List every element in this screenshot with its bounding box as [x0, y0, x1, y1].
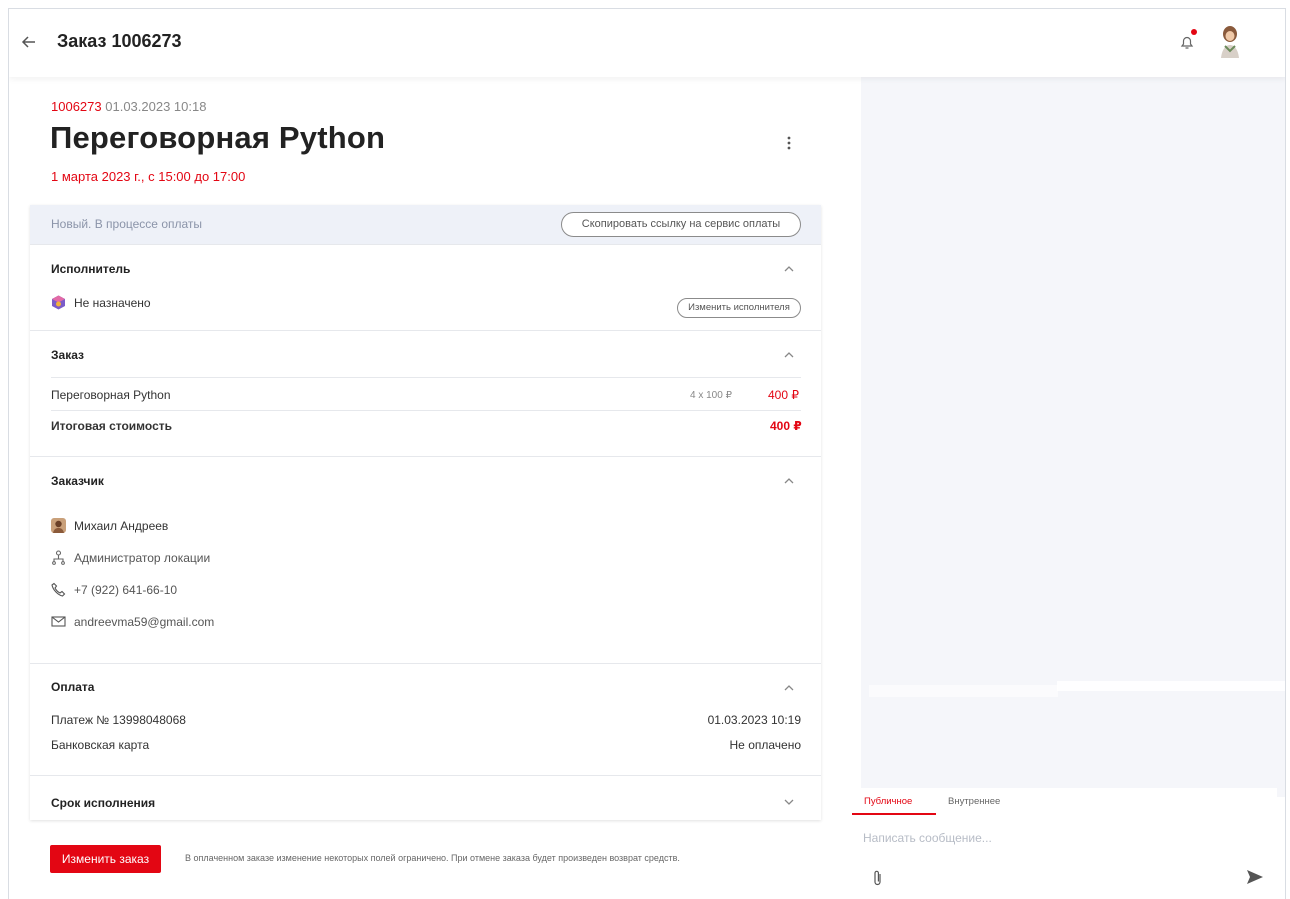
customer-role: Администратор локации	[74, 551, 211, 565]
chevron-up-icon[interactable]	[782, 681, 796, 695]
paperclip-icon[interactable]	[870, 869, 886, 887]
customer-section: Заказчик Михаил Андреев Администратор ло…	[30, 456, 821, 663]
customer-email[interactable]: andreevma59@gmail.com	[74, 615, 214, 629]
mail-icon	[51, 614, 66, 629]
section-title: Срок исполнения	[51, 796, 156, 810]
divider	[51, 410, 801, 411]
bell-icon[interactable]	[1177, 32, 1197, 52]
page-title: Заказ 1006273	[57, 31, 182, 51]
org-structure-icon	[51, 550, 66, 565]
total-label: Итоговая стоимость	[51, 419, 172, 433]
order-name: Переговорная Python	[50, 120, 386, 155]
payment-number: Платеж № 13998048068	[51, 713, 186, 727]
chevron-up-icon[interactable]	[782, 348, 796, 362]
payment-date: 01.03.2023 10:19	[707, 713, 801, 727]
payment-status: Не оплачено	[729, 738, 801, 752]
customer-name: Михаил Андреев	[74, 519, 169, 533]
phone-icon	[51, 582, 66, 597]
user-avatar[interactable]	[1216, 24, 1244, 58]
order-section: Заказ Переговорная Python 4 x 100 ₽ 400 …	[30, 330, 821, 456]
send-icon[interactable]	[1246, 869, 1264, 885]
customer-avatar	[51, 518, 66, 533]
order-card: Новый. В процессе оплаты Скопировать ссы…	[30, 205, 821, 820]
order-number: 1006273	[51, 99, 102, 114]
edit-order-button[interactable]: Изменить заказ	[50, 845, 161, 873]
chat-divider	[869, 685, 1058, 697]
payment-method: Банковская карта	[51, 738, 150, 752]
status-text: Новый. В процессе оплаты	[51, 217, 203, 231]
total-value: 400 ₽	[770, 419, 802, 433]
top-bar: Заказ 1006273	[9, 9, 1285, 77]
section-title: Оплата	[51, 680, 95, 694]
divider	[51, 377, 801, 378]
chat-tabs: Публичное Внутреннее	[852, 788, 1277, 816]
order-item-total: 400 ₽	[768, 388, 799, 402]
chevron-up-icon[interactable]	[782, 474, 796, 488]
more-vertical-icon[interactable]	[783, 133, 795, 153]
tab-public[interactable]: Публичное	[864, 796, 912, 807]
order-item-qty-price: 4 x 100 ₽	[690, 390, 732, 401]
copy-payment-link-button[interactable]: Скопировать ссылку на сервис оплаты	[561, 212, 801, 237]
notification-dot	[1191, 29, 1197, 35]
order-meta: 1006273 01.03.2023 10:18	[51, 99, 206, 114]
chevron-down-icon[interactable]	[782, 795, 796, 809]
executor-avatar-icon	[51, 295, 66, 310]
order-created: 01.03.2023 10:18	[105, 99, 207, 114]
executor-value: Не назначено	[74, 296, 151, 310]
tab-internal[interactable]: Внутреннее	[948, 796, 1000, 807]
change-executor-button[interactable]: Изменить исполнителя	[677, 298, 801, 318]
executor-section: Исполнитель Не назначено Изменить исполн…	[30, 244, 821, 330]
chat-divider	[1057, 681, 1285, 691]
chevron-up-icon[interactable]	[782, 262, 796, 276]
order-item-name: Переговорная Python	[51, 388, 171, 402]
section-title: Заказ	[51, 348, 84, 362]
status-bar: Новый. В процессе оплаты Скопировать ссы…	[30, 205, 821, 244]
active-tab-indicator	[852, 813, 936, 815]
section-title: Исполнитель	[51, 262, 131, 276]
customer-phone[interactable]: +7 (922) 641-66-10	[74, 583, 177, 597]
section-title: Заказчик	[51, 474, 104, 488]
deadline-section[interactable]: Срок исполнения	[30, 775, 821, 820]
arrow-left-icon[interactable]	[19, 32, 39, 52]
edit-order-note: В оплаченном заказе изменение некоторых …	[185, 853, 680, 863]
booking-time: 1 марта 2023 г., с 15:00 до 17:00	[51, 169, 246, 184]
message-input[interactable]: Написать сообщение...	[863, 831, 992, 845]
payment-section: Оплата Платеж № 13998048068 01.03.2023 1…	[30, 663, 821, 775]
